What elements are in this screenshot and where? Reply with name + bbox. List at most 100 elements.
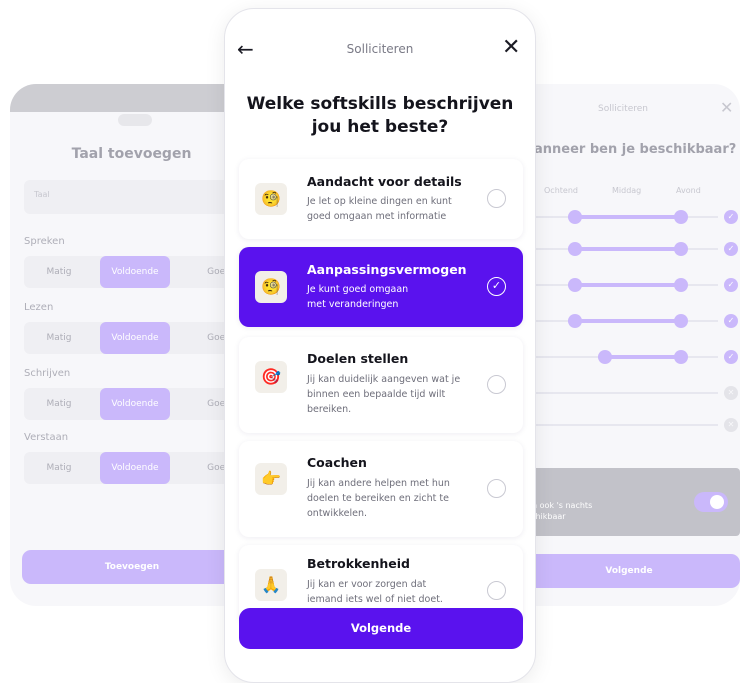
desc-line: bereiken.	[307, 404, 352, 415]
skill-description: Jij kan er voor zorgen dat iemand iets w…	[307, 577, 487, 607]
night-toggle[interactable]	[694, 492, 728, 512]
availability-row: ✓	[518, 350, 740, 364]
availability-row: ✕	[518, 386, 740, 400]
desc-line: Jij kan andere helpen met hun	[307, 478, 450, 489]
range-start-handle[interactable]	[568, 242, 582, 256]
desc-line: doelen te bereiken en zicht te	[307, 493, 449, 504]
range-end-handle[interactable]	[674, 278, 688, 292]
section-label-writing: Schrijven	[24, 368, 71, 379]
availability-question: anneer ben je beschikbaar?	[534, 142, 737, 157]
level-option[interactable]: Matig	[24, 256, 94, 288]
skill-title: Aanpassingsvermogen	[307, 262, 467, 277]
check-icon[interactable]: ✓	[724, 210, 738, 224]
level-option[interactable]: Matig	[24, 322, 94, 354]
skill-emoji-icon: 🧐	[255, 271, 287, 303]
column-label-evening: Avond	[676, 186, 701, 195]
skill-emoji-icon: 🙏	[255, 569, 287, 601]
unchecked-icon[interactable]: ✕	[724, 386, 738, 400]
section-label-speaking: Spreken	[24, 236, 65, 247]
availability-row: ✓	[518, 242, 740, 256]
language-input[interactable]: Taal	[24, 180, 253, 214]
skill-description: Jij kan andere helpen met hun doelen te …	[307, 476, 487, 521]
range-end-handle[interactable]	[674, 242, 688, 256]
skill-emoji-icon: 👉	[255, 463, 287, 495]
sheet-title: Taal toevoegen	[71, 146, 192, 162]
desc-line: iemand iets wel of niet doet.	[307, 594, 443, 605]
check-icon[interactable]: ✓	[724, 242, 738, 256]
range-fill	[568, 215, 680, 219]
screen-title: Solliciteren	[346, 42, 414, 56]
skill-title: Aandacht voor details	[307, 174, 462, 189]
screen-title: Solliciteren	[598, 104, 648, 114]
range-fill	[568, 247, 680, 251]
range-start-handle[interactable]	[568, 278, 582, 292]
desc-line: ontwikkelen.	[307, 508, 368, 519]
range-fill	[568, 319, 680, 323]
desc-line: goed omgaan met informatie	[307, 211, 447, 222]
skill-emoji-icon: 🧐	[255, 183, 287, 215]
next-button[interactable]: Volgende	[239, 608, 523, 649]
column-label-morning: Ochtend	[544, 186, 578, 195]
radio-button[interactable]	[487, 479, 506, 498]
level-option[interactable]: Matig	[24, 388, 94, 420]
availability-row: ✓	[518, 314, 740, 328]
skill-title: Coachen	[307, 455, 367, 470]
skill-title: Betrokkenheid	[307, 556, 411, 571]
range-end-handle[interactable]	[674, 314, 688, 328]
range-start-handle[interactable]	[568, 210, 582, 224]
check-icon[interactable]: ✓	[724, 278, 738, 292]
range-start-handle[interactable]	[598, 350, 612, 364]
check-icon[interactable]: ✓	[724, 314, 738, 328]
availability-row: ✓	[518, 278, 740, 292]
page-title-line: Welke softskills beschrijven	[246, 94, 514, 114]
level-option-selected[interactable]: Voldoende	[100, 388, 170, 420]
sheet-handle[interactable]	[118, 114, 152, 126]
level-selector-speaking: Matig Voldoende Goed	[24, 256, 253, 288]
page-title-line: jou het beste?	[311, 117, 449, 137]
range-end-handle[interactable]	[674, 210, 688, 224]
toggle-knob	[710, 495, 724, 509]
desc-line: Je let op kleine dingen en kunt	[307, 196, 452, 207]
skill-description: Je kunt goed omgaan met veranderingen	[307, 282, 487, 312]
skill-card[interactable]: 🎯 Doelen stellen Jij kan duidelijk aange…	[239, 337, 523, 433]
add-language-screen: Taal toevoegen Taal Spreken Matig Voldoe…	[10, 84, 253, 606]
column-label-afternoon: Middag	[612, 186, 642, 195]
status-bar	[10, 84, 253, 112]
radio-button[interactable]	[487, 189, 506, 208]
page-title: Welke softskills beschrijven jou het bes…	[245, 93, 515, 139]
app-showcase: Taal toevoegen Taal Spreken Matig Voldoe…	[0, 0, 741, 683]
close-icon[interactable]: ✕	[502, 35, 520, 60]
skill-description: Jij kan duidelijk aangeven wat je binnen…	[307, 372, 487, 417]
desc-line: met veranderingen	[307, 299, 399, 310]
add-button[interactable]: Toevoegen	[22, 550, 242, 584]
level-option-selected[interactable]: Voldoende	[100, 256, 170, 288]
skill-card-selected[interactable]: 🧐 Aanpassingsvermogen Je kunt goed omgaa…	[239, 247, 523, 327]
skill-title: Doelen stellen	[307, 351, 409, 366]
level-option[interactable]: Matig	[24, 452, 94, 484]
radio-button[interactable]	[487, 581, 506, 600]
next-button[interactable]: Volgende	[518, 554, 740, 588]
skill-emoji-icon: 🎯	[255, 361, 287, 393]
skill-card[interactable]: 🧐 Aandacht voor details Je let op kleine…	[239, 159, 523, 239]
unchecked-icon[interactable]: ✕	[724, 418, 738, 432]
check-icon[interactable]: ✓	[724, 350, 738, 364]
availability-row: ✓	[518, 210, 740, 224]
level-option-selected[interactable]: Voldoende	[100, 452, 170, 484]
level-selector-reading: Matig Voldoende Goed	[24, 322, 253, 354]
availability-row: ✕	[518, 418, 740, 432]
section-label-reading: Lezen	[24, 302, 54, 313]
close-icon[interactable]: ✕	[720, 98, 733, 117]
range-end-handle[interactable]	[674, 350, 688, 364]
range-fill	[568, 283, 680, 287]
desc-line: Je kunt goed omgaan	[307, 284, 409, 295]
level-selector-writing: Matig Voldoende Goed	[24, 388, 253, 420]
level-option-selected[interactable]: Voldoende	[100, 322, 170, 354]
section-label-understanding: Verstaan	[24, 432, 69, 443]
desc-line: Jij kan er voor zorgen dat	[307, 579, 427, 590]
range-start-handle[interactable]	[568, 314, 582, 328]
skill-card[interactable]: 👉 Coachen Jij kan andere helpen met hun …	[239, 441, 523, 537]
radio-checked-icon[interactable]: ✓	[487, 277, 506, 296]
radio-button[interactable]	[487, 375, 506, 394]
softskills-screen: ← Solliciteren ✕ Welke softskills beschr…	[224, 8, 536, 683]
desc-line: binnen een bepaalde tijd wilt	[307, 389, 446, 400]
